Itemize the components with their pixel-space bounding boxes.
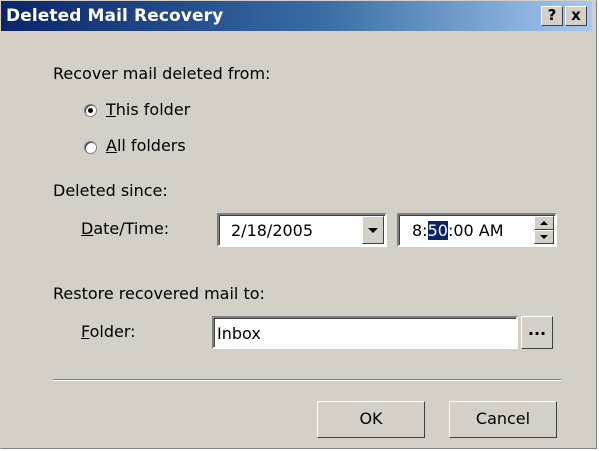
time-picker[interactable]: 8:50:00 AM (397, 213, 557, 247)
time-rest: :00 AM (447, 221, 504, 240)
spin-up-icon (540, 221, 548, 225)
date-value: 2/18/2005 (231, 221, 314, 240)
folder-input[interactable]: Inbox (212, 316, 518, 349)
window-title: Deleted Mail Recovery (6, 6, 224, 26)
radio-this-folder-indicator[interactable] (84, 104, 97, 117)
cancel-button[interactable]: Cancel (449, 401, 557, 438)
time-spin-up-button[interactable] (534, 216, 554, 230)
help-button[interactable]: ? (541, 6, 563, 26)
radio-all-folders-indicator[interactable] (84, 141, 97, 154)
title-bar[interactable]: Deleted Mail Recovery ? x (1, 1, 592, 31)
browse-folder-button[interactable]: ... (521, 316, 553, 349)
time-spin-down-button[interactable] (534, 230, 554, 244)
restore-label: Restore recovered mail to: (53, 284, 265, 303)
deleted-mail-recovery-dialog: Deleted Mail Recovery ? x Recover mail d… (0, 0, 597, 449)
folder-label: Folder: (81, 322, 136, 341)
date-dropdown-button[interactable] (362, 216, 384, 244)
time-hour: 8: (412, 221, 428, 240)
close-button[interactable]: x (565, 6, 587, 26)
folder-value: Inbox (217, 324, 261, 343)
ok-button[interactable]: OK (317, 401, 425, 438)
deleted-since-label: Deleted since: (53, 181, 168, 200)
date-picker[interactable]: 2/18/2005 (217, 213, 387, 247)
recover-from-label: Recover mail deleted from: (53, 64, 271, 83)
chevron-down-icon (368, 228, 378, 233)
radio-this-folder-label: This folder (106, 100, 191, 119)
separator-highlight (53, 380, 561, 381)
spin-down-icon (540, 235, 548, 239)
datetime-label: Date/Time: (81, 219, 170, 238)
radio-all-folders-label: All folders (106, 136, 186, 155)
time-value[interactable]: 8:50:00 AM (412, 221, 504, 240)
time-minute-selected[interactable]: 50 (427, 221, 448, 240)
